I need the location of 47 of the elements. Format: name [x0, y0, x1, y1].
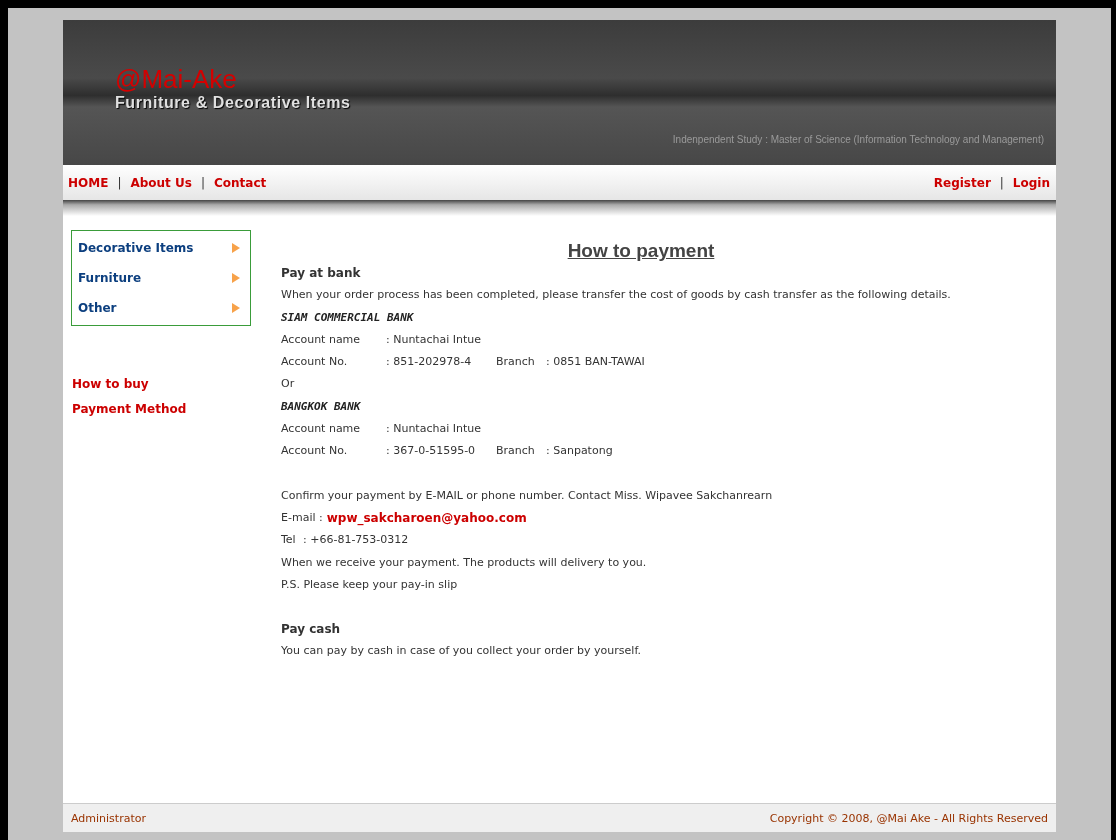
category-link[interactable]: Decorative Items	[78, 241, 194, 255]
section-heading: Pay at bank	[281, 265, 362, 282]
site-subtitle: Indenpendent Study : Master of Science (Information Technology and Management)	[672, 134, 1044, 145]
field-value: : Nuntachai Intue	[386, 421, 481, 438]
site-tagline: Furniture & Decorative Items	[115, 94, 352, 112]
body-text: Or	[281, 376, 296, 393]
body-text: When we receive your payment. The products will delivery to you.	[281, 554, 648, 571]
page-title: How to payment	[566, 240, 716, 262]
category-link[interactable]: Furniture	[78, 271, 142, 285]
field-value: : Sanpatong	[546, 443, 613, 460]
sidebar-link[interactable]: How to buy	[72, 376, 281, 393]
field-label: Account No.	[281, 354, 349, 371]
bank-name: SIAM COMMERCIAL BANK	[281, 309, 415, 326]
body-text: When your order process has been completed, please transfer the cost of goods by cash transfer as the following details.	[281, 287, 952, 304]
triangle-icon	[232, 273, 240, 283]
nav-separator: |	[200, 175, 205, 190]
field-value: : 851-202978-4	[386, 354, 473, 371]
sidebar-link[interactable]: Payment Method	[72, 401, 281, 418]
field-value: : Nuntachai Intue	[386, 331, 481, 348]
body-text: P.S. Please keep your pay-in slip	[281, 576, 459, 593]
nav-link[interactable]: Register	[933, 175, 991, 190]
triangle-icon	[232, 243, 240, 253]
section-heading: Pay cash	[281, 621, 342, 639]
nav-link[interactable]: About Us	[130, 175, 192, 190]
category-link[interactable]: Other	[78, 301, 117, 315]
field-label: Branch	[496, 354, 536, 371]
email-link[interactable]: wpw_sakcharoen@yahoo.com	[326, 506, 527, 530]
footer-text: Administrator	[71, 811, 146, 825]
field-label: Branch	[496, 443, 536, 460]
nav-separator: |	[117, 175, 122, 190]
triangle-icon	[232, 303, 240, 313]
nav-link[interactable]: Login	[1012, 175, 1050, 190]
nav-link[interactable]: HOME	[68, 175, 109, 190]
field-value: : +66-81-753-0312	[303, 532, 409, 549]
nav-link[interactable]: Contact	[213, 175, 267, 190]
copyright-text: Copyright © 2008, @Mai Ake - All Rights Reserved	[769, 811, 1048, 825]
field-label: E-mail :	[281, 509, 323, 526]
field-label: Account name	[281, 421, 362, 438]
nav-separator: |	[999, 175, 1004, 190]
field-value: : 0851 BAN-TAWAI	[546, 354, 645, 371]
field-label: Account name	[281, 331, 362, 348]
body-text: You can pay by cash in case of you collect your order by yourself.	[281, 643, 642, 660]
field-value: : 367-0-51595-0	[386, 443, 477, 460]
field-label: Account No.	[281, 443, 349, 460]
bank-name: BANGKOK BANK	[281, 398, 362, 415]
field-label: Tel	[281, 532, 297, 549]
body-text: Confirm your payment by E-MAIL or phone number. Contact Miss. Wipavee Sakchanrearn	[281, 487, 774, 504]
